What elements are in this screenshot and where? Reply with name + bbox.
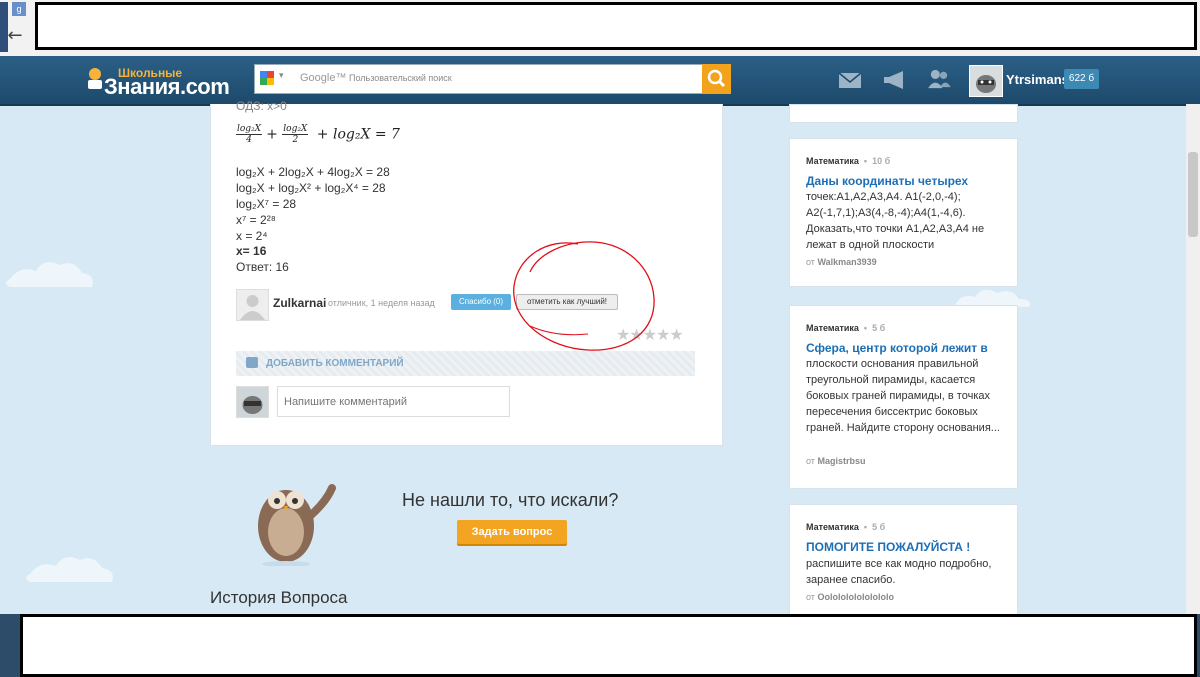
question-subject: Математика • 10 б (806, 156, 891, 166)
question-body: распишите все как модно подробно, заране… (806, 558, 992, 586)
add-comment-label[interactable]: ДОБАВИТЬ КОММЕНТАРИЙ (266, 358, 404, 369)
username[interactable]: Ytrsimans (1006, 72, 1069, 87)
default-avatar-icon (240, 295, 265, 320)
scrollbar-thumb[interactable] (1188, 152, 1198, 237)
redacted-address-bar (35, 2, 1197, 50)
thanks-button[interactable]: Спасибо (0) (451, 294, 511, 310)
answer-result: Ответ: 16 (236, 260, 289, 274)
solution-line: log₂X + 2log₂X + 4log₂X = 28 (236, 165, 390, 179)
question-body: плоскости основания правильной треугольн… (806, 358, 1000, 434)
sidebar-card-partial (789, 104, 1018, 123)
background-clouds (6, 262, 113, 582)
fraction-1: log₂X 4 (236, 124, 263, 145)
friends-icon[interactable] (926, 69, 952, 89)
search-engine-dropdown-icon[interactable]: ▾ (279, 71, 284, 81)
megaphone-icon[interactable] (882, 70, 908, 90)
tab-favicon[interactable]: g (12, 2, 26, 16)
user-avatar[interactable] (969, 65, 1003, 97)
question-history-heading: История Вопроса (210, 588, 348, 607)
redacted-taskbar (20, 614, 1197, 677)
comment-input[interactable] (277, 386, 510, 417)
google-logo-icon (260, 71, 274, 85)
question-body: точек:A1,A2,A3,A4. A1(-2,0,-4); A2(-1,7,… (806, 191, 985, 251)
owl-mascot-icon (258, 484, 336, 566)
question-author[interactable]: от Walkman3939 (806, 257, 877, 267)
mail-icon[interactable] (838, 71, 864, 91)
question-title-link[interactable]: Даны координаты четырех (806, 174, 968, 188)
solution-bold-line: x= 16 (236, 244, 267, 258)
raccoon-avatar-icon (237, 387, 268, 417)
ask-question-button[interactable]: Задать вопрос (457, 520, 567, 544)
search-icon (707, 69, 726, 88)
odz-text: ОДЗ: x>0 (236, 99, 287, 113)
current-user-avatar (236, 386, 269, 418)
fraction-2: log₂X 2 (282, 124, 309, 145)
solution-line: x = 2⁴ (236, 229, 268, 243)
search-placeholder: Google™ Пользовательский поиск (300, 72, 452, 84)
logo-mascot-icon (88, 68, 102, 89)
raccoon-avatar-icon (970, 66, 1002, 96)
not-found-heading: Не нашли то, что искали? (402, 490, 619, 510)
red-circle-annotation (513, 241, 655, 351)
question-subject: Математика • 5 б (806, 522, 886, 532)
solution-line: log₂X + log₂X² + log₂X⁴ = 28 (236, 181, 386, 195)
question-author[interactable]: от Magistrbsu (806, 456, 865, 466)
equation: log₂X 4 + log₂X 2 + log₂X = 7 (236, 124, 400, 145)
points-badge[interactable]: 622 б (1064, 69, 1099, 89)
author-name[interactable]: Zulkarnai (273, 296, 326, 310)
solution-line: x⁷ = 2²⁸ (236, 213, 276, 227)
question-author[interactable]: от Oololololololololo (806, 592, 894, 602)
comment-icon (246, 357, 258, 368)
question-title-link[interactable]: Сфера, центр которой лежит в (806, 341, 988, 355)
author-meta: отличник, 1 неделя назад (328, 298, 435, 308)
back-arrow-icon[interactable]: ← (2, 24, 28, 48)
question-subject: Математика • 5 б (806, 323, 886, 333)
question-title-link[interactable]: ПОМОГИТЕ ПОЖАЛУЙСТА ! (806, 540, 970, 554)
solution-line: log₂X⁷ = 28 (236, 197, 297, 211)
logo-title[interactable]: Знания.com (104, 74, 230, 100)
search-button[interactable] (702, 64, 731, 94)
author-avatar[interactable] (236, 289, 269, 321)
